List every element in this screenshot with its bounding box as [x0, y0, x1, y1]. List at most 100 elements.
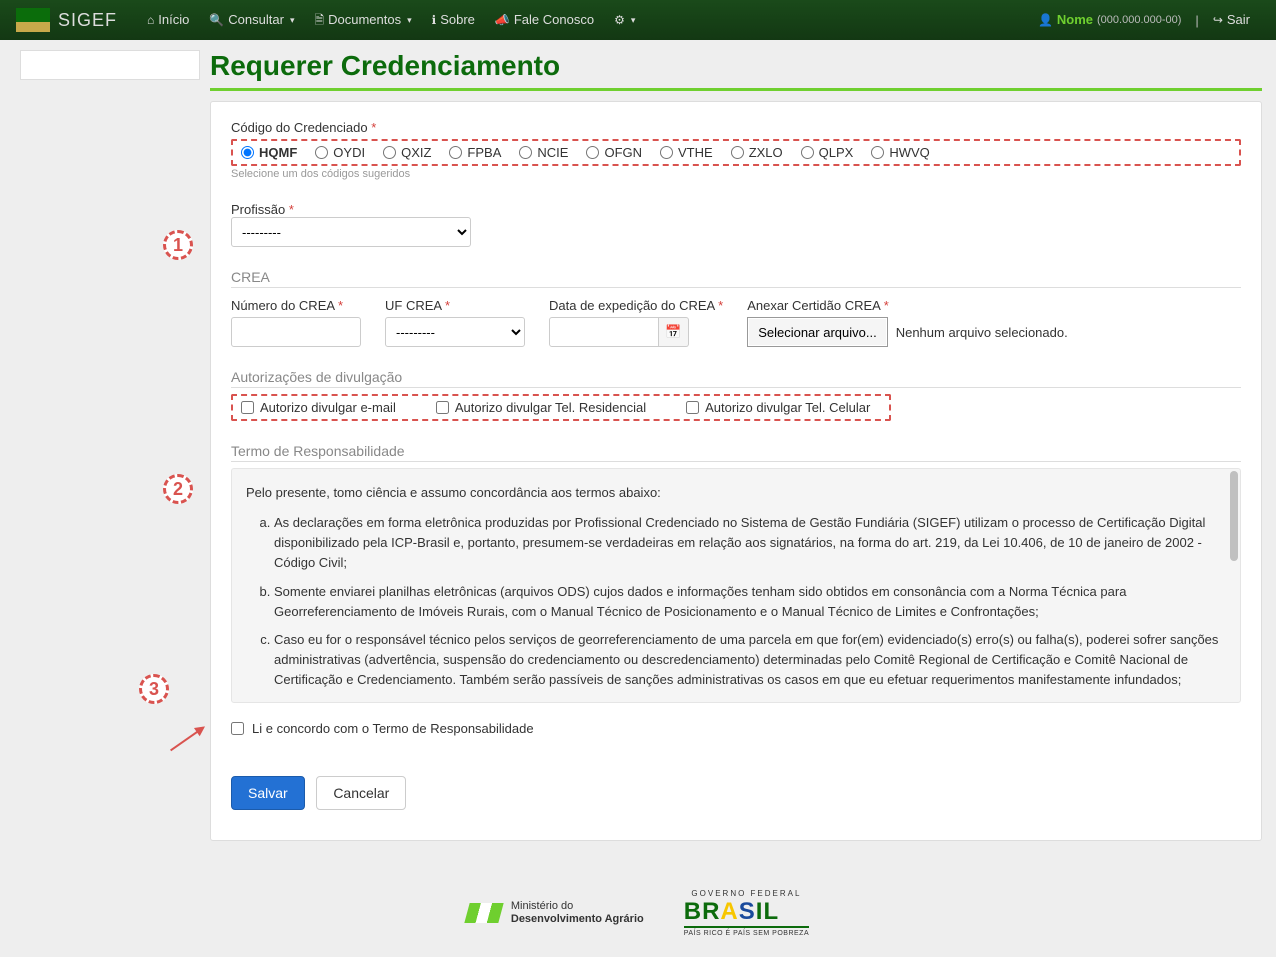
mda-line1: Ministério do [511, 900, 644, 913]
radio-label: NCIE [537, 145, 568, 160]
signout-icon: ↪ [1213, 0, 1223, 40]
radio-input[interactable] [241, 146, 254, 159]
file-select-button[interactable]: Selecionar arquivo... [747, 317, 888, 347]
autorizacoes-section-title: Autorizações de divulgação [231, 369, 1241, 388]
profissao-label: Profissão [231, 202, 285, 217]
page-title: Requerer Credenciamento [210, 50, 1262, 91]
crea-uf-label: UF CREA [385, 298, 441, 313]
crea-anexar-label: Anexar Certidão CREA [747, 298, 880, 313]
crea-numero-label: Número do CREA [231, 298, 334, 313]
termo-item: Caso eu for o responsável técnico pelos … [274, 630, 1226, 690]
caret-icon: ▾ [407, 0, 412, 40]
radio-input[interactable] [801, 146, 814, 159]
navbar: SIGEF ⌂ Início 🔍 Consultar ▾ 🗎 Documento… [0, 0, 1276, 40]
radio-label: OYDI [333, 145, 365, 160]
check-item-telres[interactable]: Autorizo divulgar Tel. Residencial [436, 400, 646, 415]
checkbox-email[interactable] [241, 401, 254, 414]
cancel-button[interactable]: Cancelar [316, 776, 406, 810]
checkbox-telres[interactable] [436, 401, 449, 414]
annotation-2: 2 [163, 474, 193, 504]
brand-text: SIGEF [58, 10, 117, 31]
file-status-text: Nenhum arquivo selecionado. [896, 325, 1068, 340]
profissao-select[interactable]: --------- [231, 217, 471, 247]
scrollbar[interactable] [1228, 471, 1238, 700]
codigo-radio-fpba[interactable]: FPBA [449, 145, 501, 160]
radio-input[interactable] [871, 146, 884, 159]
save-button[interactable]: Salvar [231, 776, 305, 810]
check-label-telcel: Autorizo divulgar Tel. Celular [705, 400, 870, 415]
radio-input[interactable] [449, 146, 462, 159]
check-item-email[interactable]: Autorizo divulgar e-mail [241, 400, 396, 415]
check-label-telres: Autorizo divulgar Tel. Residencial [455, 400, 646, 415]
radio-input[interactable] [586, 146, 599, 159]
calendar-button[interactable]: 📅 [659, 317, 689, 347]
nav-fale-label: Fale Conosco [514, 0, 594, 40]
crea-data-label: Data de expedição do CREA [549, 298, 715, 313]
annotation-1: 1 [163, 230, 193, 260]
codigo-radio-ofgn[interactable]: OFGN [586, 145, 642, 160]
codigo-radio-hwvq[interactable]: HWVQ [871, 145, 929, 160]
nav-home-label: Início [158, 0, 189, 40]
nav-documentos[interactable]: 🗎 Documentos ▾ [304, 0, 421, 40]
autorizacoes-box: Autorizo divulgar e-mail Autorizo divulg… [231, 394, 891, 421]
brand-logo [16, 8, 50, 32]
required-mark: * [718, 298, 723, 313]
nav-sobre[interactable]: ℹ Sobre [422, 0, 485, 40]
user-name: Nome [1057, 0, 1093, 40]
annotation-3: 3 [139, 674, 169, 704]
radio-input[interactable] [383, 146, 396, 159]
crea-uf-select[interactable]: --------- [385, 317, 525, 347]
termo-item: Somente enviarei planilhas eletrônicas (… [274, 582, 1226, 622]
checkbox-telcel[interactable] [686, 401, 699, 414]
required-mark: * [371, 120, 376, 135]
termo-section-title: Termo de Responsabilidade [231, 443, 1241, 462]
scrollbar-thumb[interactable] [1230, 471, 1238, 561]
footer: Ministério do Desenvolvimento Agrário GO… [0, 889, 1276, 937]
megaphone-icon: 📣 [495, 0, 510, 40]
radio-input[interactable] [660, 146, 673, 159]
gear-icon: ⚙ [614, 0, 625, 40]
radio-label: ZXLO [749, 145, 783, 160]
checkbox-agree[interactable] [231, 722, 244, 735]
brasil-sub: PAÍS RICO É PAÍS SEM POBREZA [684, 926, 809, 937]
form-panel: 1 2 3 Código do Credenciado * HQMFOYDIQX… [210, 101, 1262, 841]
required-mark: * [338, 298, 343, 313]
radio-label: FPBA [467, 145, 501, 160]
agree-label: Li e concordo com o Termo de Responsabil… [252, 721, 534, 736]
left-placeholder-box [20, 50, 200, 80]
nav-gear[interactable]: ⚙ ▾ [604, 0, 645, 40]
caret-icon: ▾ [631, 0, 636, 40]
nav-consultar-label: Consultar [228, 0, 284, 40]
termo-item: As declarações em forma eletrônica produ… [274, 513, 1226, 573]
required-mark: * [289, 202, 294, 217]
codigo-radio-qlpx[interactable]: QLPX [801, 145, 854, 160]
left-column [0, 50, 210, 861]
codigo-radio-vthe[interactable]: VTHE [660, 145, 713, 160]
check-item-telcel[interactable]: Autorizo divulgar Tel. Celular [686, 400, 870, 415]
nav-fale[interactable]: 📣 Fale Conosco [485, 0, 604, 40]
radio-input[interactable] [315, 146, 328, 159]
radio-label: QLPX [819, 145, 854, 160]
codigo-box: HQMF OYDI QXIZ FPBA NCIE OFGN VTHE ZXLO QLPX HWVQ [231, 139, 1241, 166]
radio-label: OFGN [604, 145, 642, 160]
codigo-radio-hqmf[interactable]: HQMF [241, 145, 297, 160]
nav-consultar[interactable]: 🔍 Consultar ▾ [199, 0, 304, 40]
nav-user[interactable]: 👤 Nome (000.000.000-00) [1028, 0, 1191, 40]
codigo-radio-zxlo[interactable]: ZXLO [731, 145, 783, 160]
codigo-radio-ncie[interactable]: NCIE [519, 145, 568, 160]
crea-data-input[interactable] [549, 317, 659, 347]
radio-label: VTHE [678, 145, 713, 160]
user-doc: (000.000.000-00) [1097, 0, 1181, 40]
nav-home[interactable]: ⌂ Início [137, 0, 199, 40]
crea-numero-input[interactable] [231, 317, 361, 347]
termo-intro: Pelo presente, tomo ciência e assumo con… [246, 483, 1226, 503]
radio-input[interactable] [519, 146, 532, 159]
radio-input[interactable] [731, 146, 744, 159]
codigo-radio-oydi[interactable]: OYDI [315, 145, 365, 160]
brasil-logo: BRASIL [684, 898, 809, 926]
radio-label: HQMF [259, 145, 297, 160]
check-label-email: Autorizo divulgar e-mail [260, 400, 396, 415]
mda-logo-icon [464, 903, 503, 923]
nav-sair[interactable]: ↪ Sair [1203, 0, 1260, 40]
codigo-radio-qxiz[interactable]: QXIZ [383, 145, 431, 160]
